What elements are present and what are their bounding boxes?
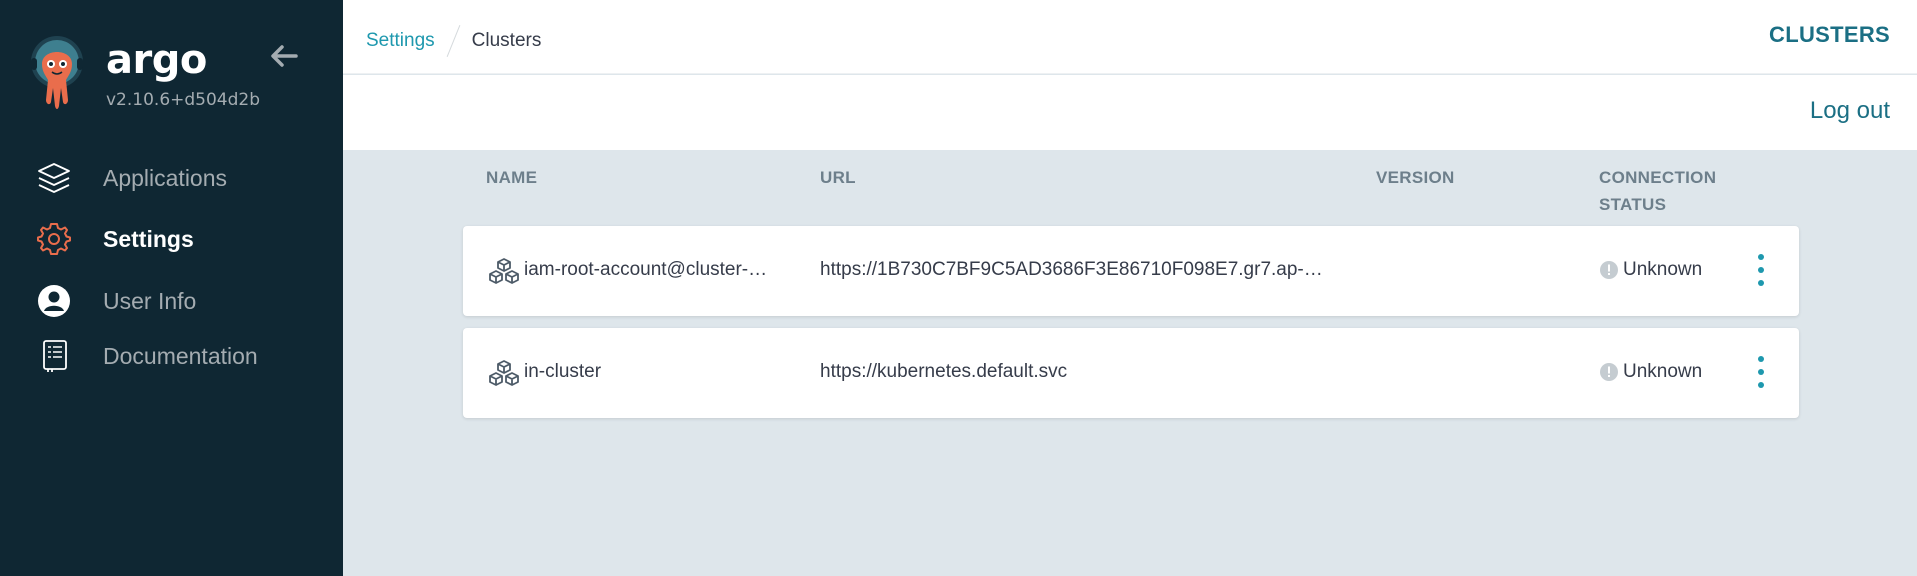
column-header-version: VERSION bbox=[1376, 168, 1455, 187]
cluster-name: iam-root-account@cluster-… bbox=[524, 259, 768, 280]
breadcrumb: Settings Clusters bbox=[366, 24, 541, 58]
sidebar-item-user-info[interactable]: User Info bbox=[0, 279, 343, 323]
column-header-status: STATUS bbox=[1599, 195, 1667, 214]
breadcrumb-settings-link[interactable]: Settings bbox=[366, 30, 435, 52]
sidebar-item-applications[interactable]: Applications bbox=[0, 156, 343, 200]
info-circle-icon bbox=[1600, 261, 1618, 279]
logout-button[interactable]: Log out bbox=[1810, 97, 1890, 125]
status-text: Unknown bbox=[1623, 361, 1703, 382]
cluster-icon bbox=[489, 258, 519, 284]
layers-icon bbox=[36, 160, 72, 196]
connection-status: Unknown bbox=[1599, 259, 1702, 281]
cluster-name: in-cluster bbox=[524, 361, 602, 382]
breadcrumb-separator bbox=[446, 25, 460, 57]
toolbar: Log out bbox=[343, 75, 1917, 150]
app-version: v2.10.6+d504d2b bbox=[106, 90, 261, 110]
breadcrumb-current: Clusters bbox=[471, 30, 542, 51]
clusters-list: NAME URL VERSION CONNECTION STATUS iam-r… bbox=[343, 150, 1917, 576]
cluster-url: https://1B730C7BF9C5AD3686F3E86710F098E7… bbox=[820, 259, 1323, 280]
brand-name: argo bbox=[106, 37, 207, 83]
page-title: CLUSTERS bbox=[1769, 22, 1890, 47]
sidebar-item-label: User Info bbox=[103, 287, 197, 314]
column-header-name: NAME bbox=[486, 168, 538, 187]
row-menu-kebab-icon[interactable] bbox=[1753, 254, 1769, 286]
cluster-icon bbox=[489, 360, 519, 386]
logo: argo v2.10.6+d504d2b bbox=[28, 36, 260, 114]
connection-status: Unknown bbox=[1599, 361, 1702, 383]
info-circle-icon bbox=[1600, 363, 1618, 381]
row-menu-kebab-icon[interactable] bbox=[1753, 356, 1769, 388]
table-row[interactable]: in-cluster https://kubernetes.default.sv… bbox=[463, 328, 1799, 418]
column-header-connection: CONNECTION bbox=[1599, 168, 1717, 187]
user-circle-icon bbox=[36, 283, 72, 319]
collapse-sidebar-arrow-icon[interactable] bbox=[268, 42, 300, 70]
top-header: Settings Clusters CLUSTERS bbox=[343, 0, 1917, 74]
sidebar-item-label: Documentation bbox=[103, 342, 258, 369]
sidebar-item-label: Applications bbox=[103, 164, 228, 191]
sidebar-item-label: Settings bbox=[103, 225, 194, 252]
column-header-url: URL bbox=[820, 168, 856, 187]
gear-icon bbox=[36, 221, 72, 257]
sidebar-item-settings[interactable]: Settings bbox=[0, 217, 343, 261]
argo-octopus-logo-icon bbox=[31, 36, 83, 109]
book-icon bbox=[36, 338, 72, 374]
sidebar-item-documentation[interactable]: Documentation bbox=[0, 334, 343, 378]
cluster-url: https://kubernetes.default.svc bbox=[820, 361, 1068, 382]
sidebar: argo v2.10.6+d504d2b Applications Settin… bbox=[0, 0, 343, 576]
column-header-connection-status: CONNECTION STATUS bbox=[1599, 164, 1716, 218]
table-row[interactable]: iam-root-account@cluster-… https://1B730… bbox=[463, 226, 1799, 316]
status-text: Unknown bbox=[1623, 259, 1703, 280]
